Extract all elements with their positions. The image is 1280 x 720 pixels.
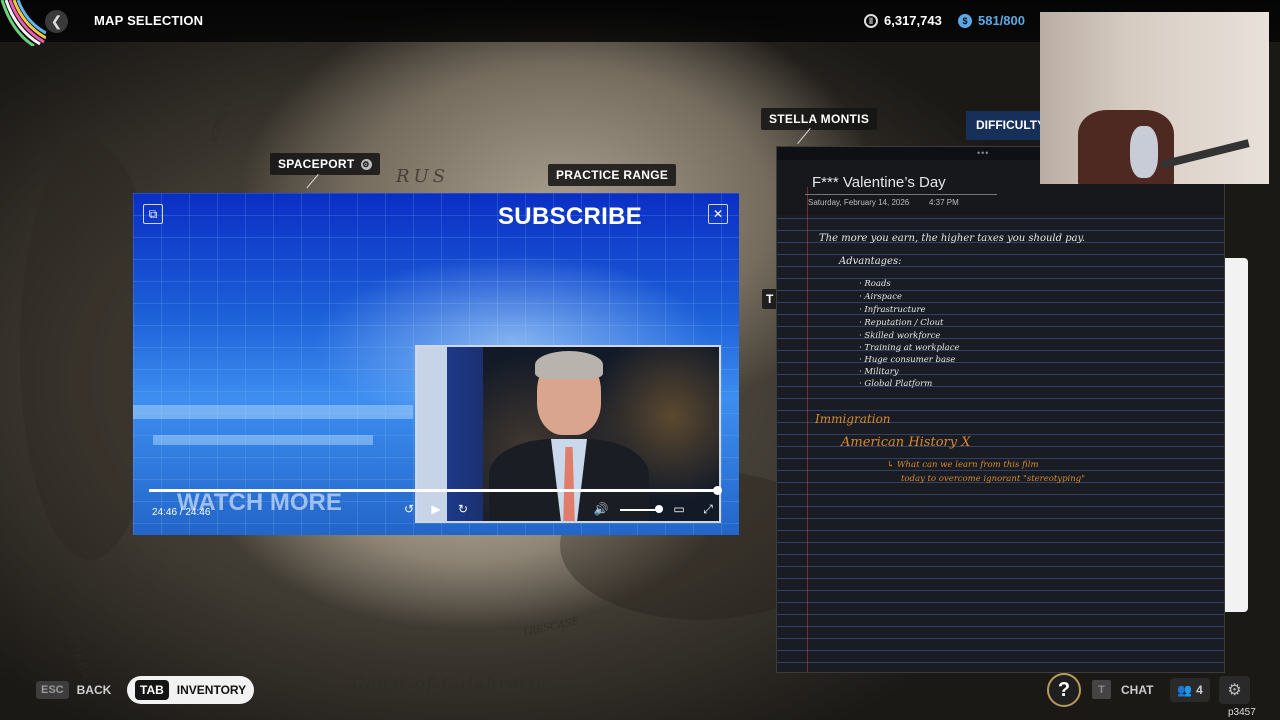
inventory-label: INVENTORY [176,683,247,697]
advantage-item: · Training at workplace [859,343,960,353]
video-progress-bar[interactable] [149,486,722,495]
currency-amount: 6,317,743 [884,13,942,28]
advantage-item: · Huge consumer base [859,355,956,365]
rainbow-stripes-icon [0,0,46,46]
location-label: T [766,292,774,306]
webcam-overlay [1040,12,1269,184]
location-label: SPACEPORT [278,157,355,171]
picture-in-picture-icon: ⧉ [148,206,158,221]
fullscreen-icon: ⤢ [703,501,713,516]
capacity-display: $ 581/800 [958,13,1025,28]
gear-icon: ⚙ [1227,682,1242,699]
map-region-label: ACERRA [207,100,233,147]
volume-icon: 🔊 [593,502,609,516]
location-spaceport[interactable]: SPACEPORT ⚙ [270,153,380,175]
location-label: PRACTICE RANGE [556,168,669,182]
rewind-icon: ↺ [403,502,415,516]
back-label: BACK [76,683,112,697]
side-panel-edge [1222,258,1248,612]
help-button[interactable]: ? [1047,673,1081,707]
advantage-item: · Airspace [859,292,902,302]
tab-key: TAB [135,680,169,700]
close-button[interactable]: ✕ [708,204,728,224]
news-anchor-inset [415,345,721,523]
location-label: STELLA MONTIS [769,112,870,126]
friends-count: 4 [1196,683,1203,697]
volume-knob[interactable] [655,505,663,513]
forward-icon: ↻ [457,502,469,516]
video-headline: SUBSCRIBE [498,203,643,230]
picture-in-picture-button[interactable]: ⧉ [143,204,163,224]
handwritten-heading: American History X [841,435,971,450]
capacity-icon: $ [958,13,972,28]
video-light-band [153,435,373,445]
volume-button[interactable]: 🔊 [593,501,609,517]
currency-display: ‖ 6,317,743 [864,13,942,28]
notes-window[interactable]: ••• F*** Valentine’s Day Saturday, Febru… [776,146,1225,673]
handwritten-line: today to overcome ignorant "stereotyping… [901,474,1086,484]
chat-label: CHAT [1121,682,1154,697]
back-arrow-icon: ❮ [50,13,63,29]
video-time: 24:46 / 24:46 [152,507,211,518]
notes-title[interactable]: F*** Valentine’s Day [812,174,946,191]
advantage-item: · Reputation / Clout [859,318,944,328]
handwritten-line: ↳ What can we learn from this film [887,460,1039,470]
handwritten-heading: Advantages: [839,256,902,267]
notes-date: Saturday, February 14, 2026 [808,198,910,207]
play-button[interactable]: ▶ [428,501,444,517]
notes-title-underline [805,194,997,195]
help-icon: ? [1057,678,1071,701]
location-stella-montis[interactable]: STELLA MONTIS [761,108,878,130]
currency-icon: ‖ [864,13,878,28]
settings-icon: ⚙ [360,159,372,171]
forward-button[interactable]: ↻ [455,501,471,517]
map-region-label: RUS [396,166,450,187]
more-options-icon[interactable]: ••• [977,148,989,158]
handwritten-line: The more you earn, the higher taxes you … [819,233,1086,244]
rewind-button[interactable]: ↺ [401,501,417,517]
video-progress-fill [149,489,719,492]
captions-icon: ▭ [673,502,685,516]
video-progress-knob[interactable] [713,486,722,495]
captions-button[interactable]: ▭ [671,501,687,517]
map-region-label: Coast of Calabretta [352,674,548,693]
advantage-item: · Infrastructure [859,305,926,315]
fullscreen-button[interactable]: ⤢ [700,501,716,517]
video-popup[interactable]: ⧉ SUBSCRIBE ✕ WATCH MORE 24:46 / 24:46 ↺… [133,193,739,535]
esc-key: ESC [36,681,69,699]
advantage-item: · Roads [859,279,891,289]
play-icon: ▶ [431,502,441,516]
page-title: MAP SELECTION [94,13,204,28]
microphone-icon [1130,126,1158,178]
webcam-chair [1078,110,1174,184]
advantage-item: · Global Platform [859,379,933,389]
close-icon: ✕ [712,207,724,221]
chat-button[interactable]: T CHAT [1092,680,1153,699]
back-arrow-button[interactable]: ❮ [45,10,68,33]
difficulty-label[interactable]: DIFFICULTY [966,111,1050,140]
map-region-label: LA CARTIERA [49,590,93,683]
back-action[interactable]: ESC BACK [36,681,111,699]
anchor-hair [535,351,603,379]
friends-button[interactable]: 👥 4 [1170,678,1210,702]
location-practice-range[interactable]: PRACTICE RANGE [548,164,677,186]
corner-code: p3457 [1228,707,1256,718]
advantage-item: · Skilled workforce [859,331,941,341]
advantage-item: · Military [859,367,899,377]
capacity-value: 581/800 [978,13,1025,28]
inventory-button[interactable]: TAB INVENTORY [127,676,254,704]
handwritten-heading: Immigration [815,412,891,426]
video-light-band [133,405,413,419]
settings-button[interactable]: ⚙ [1219,676,1250,704]
chat-key: T [1092,680,1111,699]
notes-margin-line [807,187,808,672]
map-region-label: TRESCASE [521,616,580,639]
friends-icon: 👥 [1177,683,1193,697]
notes-time: 4:37 PM [929,198,959,207]
